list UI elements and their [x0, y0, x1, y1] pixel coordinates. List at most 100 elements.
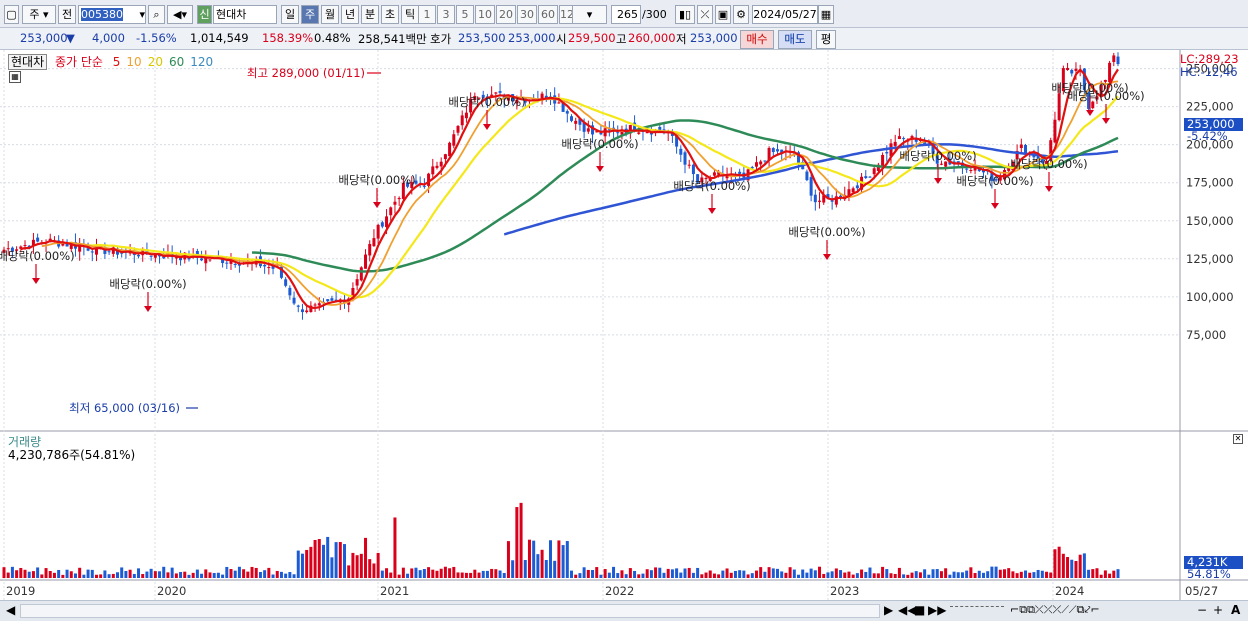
- period-tab[interactable]: 틱: [401, 5, 419, 24]
- volume-bar: [200, 573, 204, 578]
- volume-bar: [771, 568, 775, 578]
- volume-bar: [267, 567, 271, 578]
- candle-body: [422, 185, 426, 187]
- interval-button[interactable]: 10: [475, 5, 495, 24]
- zoom-in-icon[interactable]: +: [1213, 603, 1223, 617]
- search-icon[interactable]: ⌕: [148, 5, 165, 24]
- market-select[interactable]: 주 ▾: [22, 5, 56, 24]
- window-icon[interactable]: ▢: [4, 5, 19, 24]
- count-max: /300: [642, 8, 667, 21]
- interval-button[interactable]: 3: [437, 5, 455, 24]
- cross-icon[interactable]: ⤫: [697, 5, 713, 24]
- ma-legend-item: 20: [147, 55, 163, 69]
- volume-bar: [82, 574, 86, 578]
- sell-button[interactable]: 매도: [778, 30, 812, 49]
- play-icon[interactable]: ▶▶: [928, 603, 946, 617]
- stock-code-input[interactable]: 005380 ▾: [78, 5, 146, 24]
- volume-bar: [557, 540, 561, 578]
- volume-bar: [31, 571, 35, 578]
- period-tab[interactable]: 주: [301, 5, 319, 24]
- volume-bar: [1015, 573, 1019, 578]
- volume-bar: [343, 544, 347, 578]
- volume-bar: [233, 570, 237, 578]
- volume-bar: [195, 569, 199, 578]
- volume-bar: [981, 572, 985, 578]
- volume-bar: [1116, 569, 1120, 578]
- volume-bar: [977, 570, 981, 578]
- buy-button[interactable]: 매수: [740, 30, 774, 49]
- close-icon[interactable]: ✕: [1233, 434, 1243, 444]
- volume-bar: [48, 571, 52, 578]
- scroll-right-icon[interactable]: ▶: [884, 603, 893, 617]
- candle-icon[interactable]: ▮▯: [675, 5, 695, 24]
- candle-body: [881, 154, 885, 167]
- prev-button[interactable]: 전: [58, 5, 76, 24]
- volume-bar: [90, 569, 94, 578]
- volume-bar: [485, 570, 489, 578]
- save-icon[interactable]: ▣: [715, 5, 731, 24]
- volume-bar: [515, 507, 519, 578]
- interval-button[interactable]: 1: [418, 5, 436, 24]
- scroll-left-icon[interactable]: ◀: [6, 603, 15, 617]
- volume-bar: [410, 568, 414, 578]
- volume-bar: [603, 569, 607, 578]
- volume-bar: [582, 567, 586, 578]
- period-tab[interactable]: 월: [321, 5, 339, 24]
- draw-tools-icon[interactable]: ⌐⧉⧉⤫⤫⤫⟋⟋⧉⤦⌐: [1010, 603, 1100, 617]
- candle-body: [897, 136, 901, 140]
- volume-bar: [1032, 572, 1036, 578]
- stop-icon[interactable]: ■: [914, 603, 925, 617]
- volume-bar: [679, 572, 683, 578]
- volume-bar: [948, 574, 952, 578]
- candle-body: [397, 197, 401, 200]
- interval-button[interactable]: 20: [496, 5, 516, 24]
- auto-icon[interactable]: A: [1231, 603, 1240, 617]
- volume-bar: [166, 572, 170, 578]
- candle-body: [712, 172, 716, 176]
- period-tab[interactable]: 년: [341, 5, 359, 24]
- speaker-icon[interactable]: ◀▾: [167, 5, 193, 24]
- volume-bar: [553, 560, 557, 578]
- candle-body: [368, 243, 372, 256]
- volume-bar: [132, 573, 136, 578]
- volume-bar: [792, 569, 796, 578]
- volume-bar: [649, 570, 653, 578]
- volume-bar: [666, 568, 670, 578]
- candle-body: [225, 262, 229, 264]
- period-tab[interactable]: 일: [281, 5, 299, 24]
- eval-button[interactable]: 평: [816, 30, 836, 49]
- volume-bar: [44, 568, 48, 578]
- zoom-out-icon[interactable]: −: [1197, 603, 1207, 617]
- candle-body: [759, 161, 763, 165]
- candle-body: [1112, 55, 1116, 63]
- volume-bar: [675, 568, 679, 578]
- volume-bar: [746, 574, 750, 578]
- date-input[interactable]: 2024/05/27: [752, 5, 818, 24]
- interval-button[interactable]: 5: [456, 5, 474, 24]
- gear-icon[interactable]: ⚙: [733, 5, 749, 24]
- interval-button[interactable]: 60: [538, 5, 558, 24]
- volume-bar: [94, 574, 98, 578]
- interval-button[interactable]: 30: [517, 5, 537, 24]
- volume-bar: [591, 570, 595, 578]
- volume-bar: [523, 560, 527, 578]
- interval-dropdown[interactable]: ▾: [572, 5, 607, 24]
- scroll-track[interactable]: [20, 604, 880, 618]
- volume-bar: [797, 574, 801, 578]
- volume-bar: [527, 539, 531, 578]
- volume-bar: [872, 573, 876, 578]
- table-icon[interactable]: ▦: [9, 71, 21, 83]
- ma-legend-item: 120: [190, 55, 214, 69]
- volume-bar: [788, 567, 792, 578]
- period-tab[interactable]: 초: [381, 5, 399, 24]
- count-input[interactable]: 265: [611, 5, 641, 24]
- period-tab[interactable]: 분: [361, 5, 379, 24]
- volume-value: 4,230,786주(54.81%): [8, 448, 136, 462]
- candle-body: [1108, 62, 1112, 83]
- calendar-icon[interactable]: ▦: [818, 5, 834, 24]
- volume-bar: [717, 574, 721, 578]
- candle-body: [330, 298, 334, 301]
- volume-bar: [36, 567, 40, 578]
- zoom-slider[interactable]: [950, 606, 1004, 614]
- volume-bar: [902, 574, 906, 578]
